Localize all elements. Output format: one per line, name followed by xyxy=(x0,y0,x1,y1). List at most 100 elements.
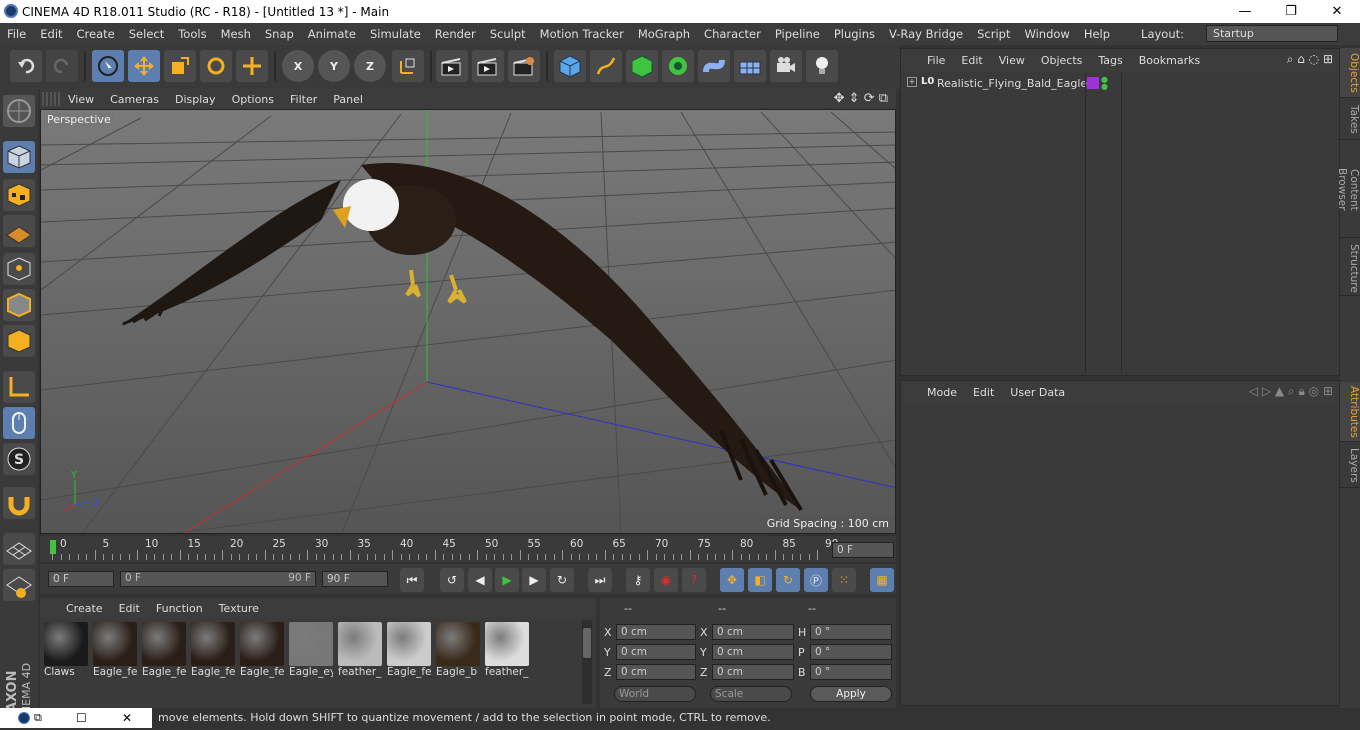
prev-frame-button[interactable]: ◀ xyxy=(468,568,492,592)
x-axis-lock-button[interactable]: X xyxy=(282,50,314,82)
tweak-mode-button[interactable] xyxy=(3,407,35,439)
add-deformer-button[interactable] xyxy=(698,50,730,82)
current-frame-field[interactable]: 0 F xyxy=(832,542,894,558)
material-menu-texture[interactable]: Texture xyxy=(211,602,267,615)
tab-takes[interactable]: Takes xyxy=(1340,100,1360,140)
size-x-field[interactable]: 0 cm xyxy=(712,624,794,640)
attribute-nav-icons[interactable]: ◁ ▷ ▲ ⌕ 🔒︎ ◎ ⊞ xyxy=(1249,384,1333,399)
floating-window-controls[interactable]: ⧉ ☐ ✕ xyxy=(0,708,152,728)
material-swatch[interactable]: feather_ xyxy=(338,622,382,678)
texture-mode-button[interactable] xyxy=(3,179,35,211)
layer-color-swatch[interactable] xyxy=(1087,77,1099,89)
expand-icon[interactable]: + xyxy=(907,77,917,87)
max-time-field[interactable]: 90 F xyxy=(322,571,388,587)
menu-snap[interactable]: Snap xyxy=(258,27,301,41)
add-cube-button[interactable] xyxy=(554,50,586,82)
material-menu-create[interactable]: Create xyxy=(58,602,111,615)
viewport-menu-cameras[interactable]: Cameras xyxy=(102,93,167,106)
material-swatch[interactable]: Eagle_b xyxy=(436,622,480,678)
live-selection-button[interactable] xyxy=(92,50,124,82)
close-button[interactable]: ✕ xyxy=(1314,0,1360,23)
render-settings-button[interactable] xyxy=(508,50,540,82)
tab-structure[interactable]: Structure xyxy=(1340,240,1360,296)
material-swatch[interactable]: Eagle_ey xyxy=(289,622,333,678)
rot-p-field[interactable]: 0 ° xyxy=(810,644,892,660)
rot-b-field[interactable]: 0 ° xyxy=(810,664,892,680)
object-menu-edit[interactable]: Edit xyxy=(953,54,990,67)
material-swatch[interactable]: Eagle_fe xyxy=(93,622,137,678)
tab-content-browser[interactable]: Content Browser xyxy=(1336,142,1360,238)
render-to-picture-viewer-button[interactable] xyxy=(472,50,504,82)
material-swatch[interactable]: Claws xyxy=(44,622,88,678)
make-editable-button[interactable] xyxy=(3,95,35,127)
autokey-button[interactable]: ◉ xyxy=(654,568,678,592)
attribute-menu-mode[interactable]: Mode xyxy=(919,386,965,399)
solo-mode-button[interactable]: S xyxy=(3,443,35,475)
menu-character[interactable]: Character xyxy=(697,27,768,41)
undo-button[interactable] xyxy=(10,50,42,82)
tab-attributes[interactable]: Attributes xyxy=(1340,382,1360,442)
minimize-button[interactable]: — xyxy=(1222,0,1268,23)
scale-tool-button[interactable] xyxy=(164,50,196,82)
menu-window[interactable]: Window xyxy=(1017,27,1076,41)
size-z-field[interactable]: 0 cm xyxy=(712,664,794,680)
rotate-tool-button[interactable] xyxy=(200,50,232,82)
object-menu-view[interactable]: View xyxy=(991,54,1033,67)
timeline-window-button[interactable]: ▦ xyxy=(870,568,894,592)
object-menu-tags[interactable]: Tags xyxy=(1090,54,1130,67)
object-tree-row[interactable]: + L0 Realistic_Flying_Bald_Eagle ● ● xyxy=(905,73,1335,373)
timeline-ruler[interactable]: 051015202530354045505560657075808590 0 F xyxy=(40,536,896,562)
z-axis-lock-button[interactable]: Z xyxy=(354,50,386,82)
coordinate-system-button[interactable] xyxy=(392,50,424,82)
key-rotation-button[interactable]: ↻ xyxy=(776,568,800,592)
locked-workplane-button[interactable] xyxy=(3,569,35,601)
add-spline-pen-button[interactable] xyxy=(590,50,622,82)
perspective-viewport[interactable]: Y Z Perspective Grid Spacing : 100 cm xyxy=(40,109,896,534)
material-swatch[interactable]: Eagle_fe xyxy=(191,622,235,678)
axis-mode-button[interactable] xyxy=(3,371,35,403)
small-close-icon[interactable]: ✕ xyxy=(122,708,132,728)
recent-tool-button[interactable] xyxy=(236,50,268,82)
key-parameter-button[interactable]: Ⓟ xyxy=(804,568,828,592)
menu-plugins[interactable]: Plugins xyxy=(827,27,882,41)
material-swatch[interactable]: Eagle_fe xyxy=(240,622,284,678)
add-cloner-button[interactable] xyxy=(662,50,694,82)
visibility-dots-icon[interactable]: ● ● xyxy=(1101,76,1108,91)
menu-vray-bridge[interactable]: V-Ray Bridge xyxy=(882,27,970,41)
coordinate-space-select[interactable]: World xyxy=(614,686,696,702)
material-swatch[interactable]: Eagle_fe xyxy=(142,622,186,678)
object-menu-objects[interactable]: Objects xyxy=(1033,54,1091,67)
record-active-button[interactable]: ⚷ xyxy=(626,568,650,592)
move-tool-button[interactable] xyxy=(128,50,160,82)
edges-mode-button[interactable] xyxy=(3,289,35,321)
menu-motion-tracker[interactable]: Motion Tracker xyxy=(533,27,631,41)
attribute-menu-edit[interactable]: Edit xyxy=(965,386,1002,399)
keyframe-selection-button[interactable]: ? xyxy=(682,568,706,592)
menu-select[interactable]: Select xyxy=(122,27,171,41)
viewport-navigation-icons[interactable]: ✥ ⇕ ⟳ ⧉ xyxy=(834,91,888,106)
object-menu-file[interactable]: File xyxy=(919,54,953,67)
key-pla-button[interactable]: ⁙ xyxy=(832,568,856,592)
key-position-button[interactable]: ✥ xyxy=(720,568,744,592)
material-scrollbar[interactable] xyxy=(582,620,592,704)
goto-start-button[interactable]: ⏮ xyxy=(400,568,424,592)
workplane-lock-button[interactable] xyxy=(3,533,35,565)
menu-tools[interactable]: Tools xyxy=(171,27,213,41)
viewport-menu-filter[interactable]: Filter xyxy=(282,93,325,106)
size-mode-select[interactable]: Scale xyxy=(710,686,792,702)
menu-pipeline[interactable]: Pipeline xyxy=(768,27,827,41)
object-manager-search-icons[interactable]: ⌕ ⌂ ◌ ⊞ xyxy=(1287,52,1333,67)
menu-create[interactable]: Create xyxy=(70,27,122,41)
object-menu-bookmarks[interactable]: Bookmarks xyxy=(1131,54,1208,67)
attribute-menu-user-data[interactable]: User Data xyxy=(1002,386,1073,399)
render-view-button[interactable] xyxy=(436,50,468,82)
viewport-menu-display[interactable]: Display xyxy=(167,93,224,106)
menu-sculpt[interactable]: Sculpt xyxy=(483,27,533,41)
y-axis-lock-button[interactable]: Y xyxy=(318,50,350,82)
add-light-button[interactable] xyxy=(806,50,838,82)
small-maximize-icon[interactable]: ☐ xyxy=(76,708,87,728)
tab-layers[interactable]: Layers xyxy=(1340,444,1360,488)
viewport-menu-panel[interactable]: Panel xyxy=(325,93,371,106)
goto-end-button[interactable]: ⏭ xyxy=(588,568,612,592)
maximize-button[interactable]: ❐ xyxy=(1268,0,1314,23)
